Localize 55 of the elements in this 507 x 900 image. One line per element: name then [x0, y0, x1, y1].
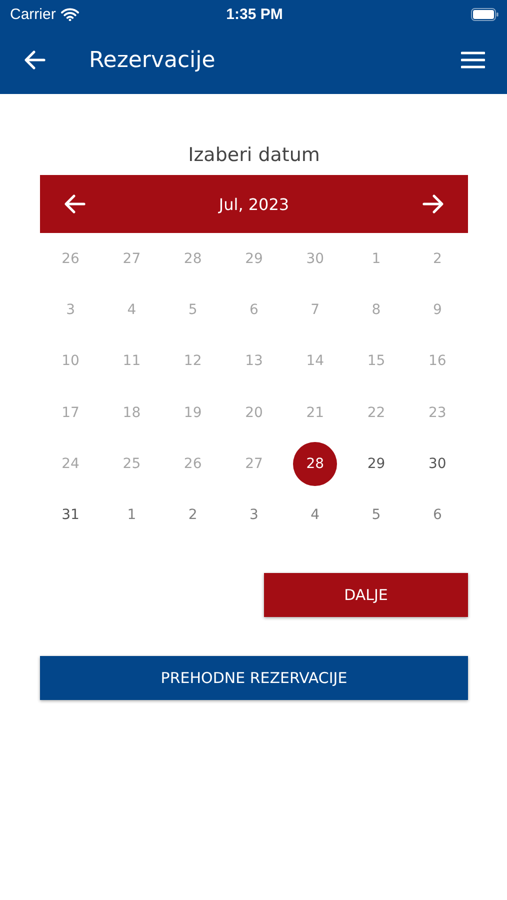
calendar-day: 20: [232, 390, 276, 435]
calendar-day: 5: [170, 288, 215, 332]
battery-icon: [470, 8, 499, 20]
calendar-day[interactable]: 1: [110, 493, 154, 538]
calendar-day: 16: [415, 339, 460, 384]
calendar-day[interactable]: 6: [415, 493, 460, 538]
calendar-day[interactable]: 3: [232, 493, 276, 538]
calendar-day[interactable]: 4: [293, 493, 338, 538]
calendar-day: 14: [293, 339, 338, 384]
calendar-day: 26: [48, 236, 93, 281]
next-button[interactable]: DALJE: [264, 572, 468, 617]
month-label: Jul, 2023: [218, 194, 290, 214]
calendar-day: 30: [293, 236, 338, 281]
calendar-day: 9: [415, 288, 460, 332]
calendar-day: 18: [110, 390, 154, 435]
calendar-day: 27: [110, 236, 154, 281]
calendar-day[interactable]: 29: [354, 442, 398, 486]
calendar-day: 26: [170, 442, 215, 486]
calendar-day: 28: [170, 236, 215, 281]
calendar-day[interactable]: 5: [354, 493, 398, 538]
calendar-day: 29: [232, 236, 276, 281]
carrier-label: Carrier: [10, 6, 56, 22]
calendar-day: 27: [232, 442, 276, 486]
screen-title: Rezervacije: [89, 48, 216, 72]
calendar-day: 15: [354, 339, 398, 384]
next-month-arrow-icon[interactable]: [422, 194, 444, 214]
calendar-day: 6: [232, 288, 276, 332]
calendar-day: 25: [110, 442, 154, 486]
previous-month-arrow-icon[interactable]: [64, 194, 86, 214]
calendar-day[interactable]: 2: [170, 493, 215, 538]
calendar-day: 22: [354, 390, 398, 435]
calendar-day[interactable]: 31: [48, 493, 93, 538]
calendar-day: 13: [232, 339, 276, 384]
wifi-icon: [60, 8, 79, 20]
back-arrow-icon[interactable]: [24, 50, 46, 70]
calendar-day: 1: [354, 236, 398, 281]
status-time: 1:35 PM: [226, 6, 283, 22]
calendar-day: 7: [293, 288, 338, 332]
calendar-day: 2: [415, 236, 460, 281]
calendar-day: 21: [293, 390, 338, 435]
selected-day[interactable]: 28: [293, 442, 338, 486]
menu-icon[interactable]: [461, 51, 485, 69]
calendar-day[interactable]: 30: [415, 442, 460, 486]
heading: Izaberi datum: [187, 144, 321, 166]
previous-reservations-button[interactable]: PREHODNE REZERVACIJE: [40, 656, 468, 700]
calendar-day: 11: [110, 339, 154, 384]
calendar-day: 3: [48, 288, 93, 332]
calendar-day: 17: [48, 390, 93, 435]
calendar-day: 24: [48, 442, 93, 486]
calendar-day: 10: [48, 339, 93, 384]
calendar-day: 12: [170, 339, 215, 384]
calendar-day: 23: [415, 390, 460, 435]
calendar-day: 4: [110, 288, 154, 332]
calendar-day: 8: [354, 288, 398, 332]
calendar-day: 19: [170, 390, 215, 435]
